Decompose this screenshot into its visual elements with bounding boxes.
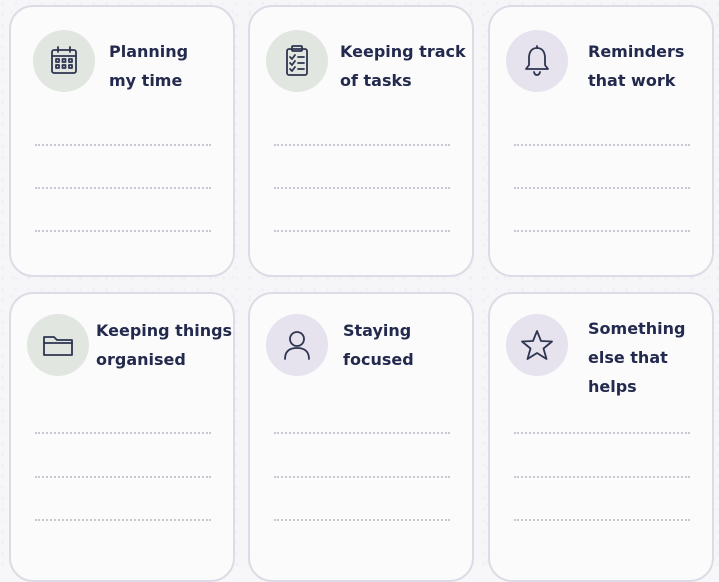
writing-line[interactable]	[35, 519, 211, 521]
icon-badge	[33, 30, 95, 92]
writing-line[interactable]	[35, 432, 211, 434]
card-title: Planning my time	[109, 37, 229, 95]
card-title: Keeping track of tasks	[340, 37, 466, 95]
person-icon	[284, 331, 310, 360]
card-keeping-things-organised: Keeping things organised	[9, 292, 235, 582]
writing-line[interactable]	[514, 230, 690, 232]
icon-badge	[266, 30, 328, 92]
writing-line[interactable]	[274, 432, 450, 434]
writing-line[interactable]	[274, 187, 450, 189]
writing-line[interactable]	[514, 144, 690, 146]
writing-line[interactable]	[514, 187, 690, 189]
writing-line[interactable]	[514, 476, 690, 478]
card-title-line: Planning	[109, 42, 189, 61]
writing-line[interactable]	[274, 144, 450, 146]
card-title-line: Keeping things	[96, 321, 233, 340]
clipboard-checklist-icon	[286, 45, 308, 76]
card-title-line: helps	[588, 377, 637, 396]
card-title: Keeping things organised	[96, 316, 233, 374]
card-title-line: Keeping track	[340, 42, 466, 61]
star-icon	[521, 330, 553, 360]
calendar-icon	[51, 46, 77, 74]
card-staying-focused: Staying focused	[248, 292, 474, 582]
card-title-line: that work	[588, 71, 676, 90]
writing-line[interactable]	[35, 476, 211, 478]
card-title-line: my time	[109, 71, 183, 90]
card-keeping-track-of-tasks: Keeping track of tasks	[248, 5, 474, 277]
card-title-line: of tasks	[340, 71, 412, 90]
icon-badge	[506, 30, 568, 92]
card-title: Staying focused	[343, 316, 463, 374]
writing-line[interactable]	[35, 187, 211, 189]
card-title: Something else that helps	[588, 314, 708, 401]
card-something-else-that-helps: Something else that helps	[488, 292, 714, 582]
writing-line[interactable]	[274, 476, 450, 478]
bell-icon	[525, 45, 549, 76]
card-title-line: Reminders	[588, 42, 685, 61]
writing-line[interactable]	[35, 230, 211, 232]
writing-line[interactable]	[514, 519, 690, 521]
card-title-line: organised	[96, 350, 186, 369]
folder-icon	[43, 336, 73, 356]
writing-line[interactable]	[35, 144, 211, 146]
card-reminders-that-work: Reminders that work	[488, 5, 714, 277]
writing-line[interactable]	[274, 519, 450, 521]
icon-badge	[266, 314, 328, 376]
card-title: Reminders that work	[588, 37, 708, 95]
card-title-line: focused	[343, 350, 414, 369]
worksheet: Planning my time Keeping track of tasks	[0, 0, 719, 582]
card-title-line: Something	[588, 319, 686, 338]
card-planning-my-time: Planning my time	[9, 5, 235, 277]
card-title-line: else that	[588, 348, 668, 367]
writing-line[interactable]	[514, 432, 690, 434]
icon-badge	[27, 314, 89, 376]
writing-line[interactable]	[274, 230, 450, 232]
icon-badge	[506, 314, 568, 376]
card-title-line: Staying	[343, 321, 412, 340]
